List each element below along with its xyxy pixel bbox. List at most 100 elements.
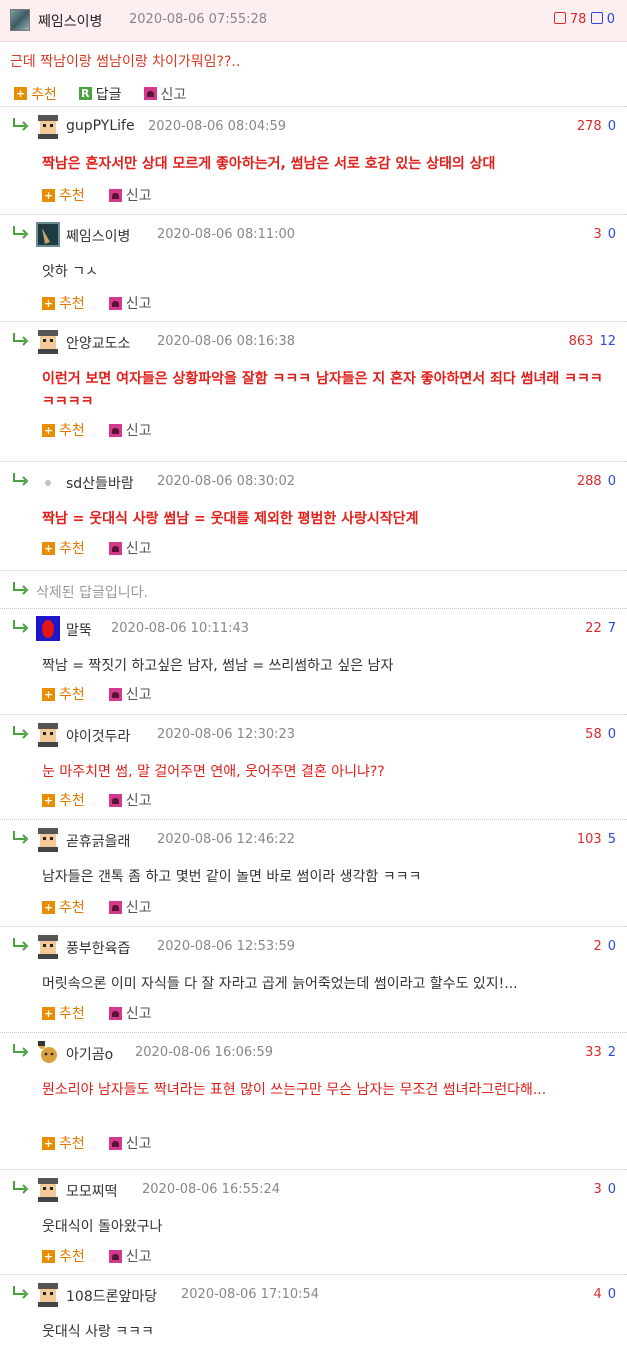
comment-nickname[interactable]: gupPYLife (66, 118, 135, 134)
up-count[interactable]: 278 (577, 119, 602, 134)
comment-nickname[interactable]: 야이것두라 (66, 726, 130, 746)
report-button[interactable]: 신고 (108, 1003, 152, 1023)
post-body: 근데 짝남이랑 썸남이랑 차이가뭐임??.. (0, 42, 627, 78)
comment-text: 남자들은 갠톡 좀 하고 몇번 같이 놀면 바로 썸이라 생각함 ㅋㅋㅋ (42, 869, 422, 885)
up-count[interactable]: 103 (577, 832, 602, 847)
comment-nickname[interactable]: sd산들바람 (66, 473, 134, 493)
plus-icon: + (42, 1249, 55, 1263)
down-count[interactable]: 0 (608, 119, 616, 134)
comment-nickname[interactable]: 안양교도소 (66, 333, 130, 353)
avatar[interactable] (36, 616, 60, 641)
up-count[interactable]: 3 (593, 227, 601, 242)
comment-item: 모모찌떡 2020-08-06 16:55:24 3 0 웃대식이 돌아왔구나 + 추천 신고 (0, 1169, 627, 1274)
up-count[interactable]: 4 (593, 1287, 601, 1302)
siren-icon (108, 541, 122, 555)
down-count[interactable]: 0 (608, 727, 616, 742)
report-button[interactable]: 신고 (108, 185, 152, 205)
up-count: 78 (569, 12, 587, 27)
down-count[interactable]: 5 (608, 832, 616, 847)
post-nickname[interactable]: 쩨임스이병 (38, 11, 102, 31)
reply-arrow-icon (13, 1044, 29, 1057)
avatar[interactable] (10, 9, 30, 31)
reply-button[interactable]: R 답글 (78, 84, 122, 104)
up-count[interactable]: 288 (577, 474, 602, 489)
thumbs-down-icon[interactable] (590, 12, 603, 24)
comment-text: 짝남 = 웃대식 사랑 썸남 = 웃대를 제외한 평범한 사랑시작단계 (42, 511, 419, 527)
avatar[interactable] (36, 222, 60, 247)
comment-votes: 278 0 (577, 119, 616, 134)
report-button[interactable]: 신고 (108, 1133, 152, 1153)
comment-nickname[interactable]: 아기곰o (66, 1044, 113, 1064)
recommend-label: 추천 (59, 1249, 85, 1265)
down-count[interactable]: 7 (608, 621, 616, 636)
reply-arrow-icon (13, 226, 29, 239)
recommend-button[interactable]: + 추천 (42, 293, 85, 313)
report-label: 신고 (125, 900, 152, 916)
post-votes: 78 0 (553, 12, 615, 27)
avatar[interactable] (36, 469, 60, 494)
down-count[interactable]: 0 (608, 227, 616, 242)
recommend-button[interactable]: + 추천 (42, 1003, 85, 1023)
recommend-button[interactable]: + 추천 (42, 790, 85, 810)
comment-nickname[interactable]: 108드론앞마당 (66, 1286, 157, 1306)
comment-votes: 22 7 (585, 621, 616, 636)
comment-nickname[interactable]: 말뚝 (66, 620, 92, 640)
recommend-button[interactable]: + 추천 (42, 185, 85, 205)
comment-nickname[interactable]: 풍부한육즙 (66, 938, 130, 958)
comment-nickname[interactable]: 곧휴긁을래 (66, 831, 130, 851)
report-button[interactable]: 신고 (108, 538, 152, 558)
down-count[interactable]: 2 (608, 1045, 616, 1060)
up-count[interactable]: 58 (585, 727, 602, 742)
avatar[interactable] (36, 934, 60, 959)
recommend-button[interactable]: + 추천 (42, 1246, 85, 1266)
recommend-button[interactable]: + 추천 (42, 684, 85, 704)
comment-item: 아기곰o 2020-08-06 16:06:59 33 2 뭔소리야 남자들도 짝녀라는… (0, 1032, 627, 1169)
up-count[interactable]: 863 (569, 334, 594, 349)
report-button[interactable]: 신고 (108, 684, 152, 704)
report-button[interactable]: 신고 (108, 897, 152, 917)
avatar[interactable] (36, 329, 60, 354)
down-count[interactable]: 0 (608, 474, 616, 489)
reply-arrow-icon (13, 831, 29, 844)
comment-nickname[interactable]: 모모찌떡 (66, 1181, 118, 1201)
down-count[interactable]: 12 (599, 334, 616, 349)
recommend-button[interactable]: + 추천 (14, 84, 57, 104)
recommend-button[interactable]: + 추천 (42, 538, 85, 558)
comment-votes: 33 2 (585, 1045, 616, 1060)
avatar[interactable] (36, 114, 60, 139)
recommend-button[interactable]: + 추천 (42, 1133, 85, 1153)
comment-nickname[interactable]: 쩨임스이병 (66, 226, 130, 246)
comment-votes: 58 0 (585, 727, 616, 742)
avatar[interactable] (36, 1282, 60, 1307)
down-count[interactable]: 0 (608, 939, 616, 954)
siren-icon (108, 1249, 122, 1263)
plus-icon: + (42, 687, 55, 701)
comment-actions: + 추천 신고 (42, 293, 152, 313)
report-button[interactable]: 신고 (108, 790, 152, 810)
avatar[interactable] (36, 1177, 60, 1202)
up-count[interactable]: 33 (585, 1045, 602, 1060)
reply-icon: R (78, 87, 92, 100)
comment-timestamp: 2020-08-06 08:30:02 (157, 474, 296, 489)
comment-actions: + 추천 신고 (42, 897, 152, 917)
up-count[interactable]: 22 (585, 621, 602, 636)
report-button[interactable]: 신고 (108, 1246, 152, 1266)
comment-actions: + 추천 신고 (42, 684, 152, 704)
reply-arrow-icon (13, 620, 29, 633)
recommend-button[interactable]: + 추천 (42, 420, 85, 440)
avatar[interactable] (36, 1040, 60, 1065)
report-button[interactable]: 신고 (108, 420, 152, 440)
report-button[interactable]: 신고 (143, 84, 186, 104)
up-count[interactable]: 2 (593, 939, 601, 954)
comment-votes: 40 (593, 1287, 616, 1302)
down-count[interactable]: 0 (608, 1287, 616, 1302)
comment-timestamp: 2020-08-06 12:46:22 (157, 832, 296, 847)
recommend-button[interactable]: + 추천 (42, 897, 85, 917)
comment-item: 풍부한육즙 2020-08-06 12:53:59 2 0 머릿속으론 이미 자식들 다… (0, 926, 627, 1032)
avatar[interactable] (36, 827, 60, 852)
down-count[interactable]: 0 (608, 1182, 616, 1197)
up-count[interactable]: 3 (593, 1182, 601, 1197)
avatar[interactable] (36, 722, 60, 747)
thumbs-up-icon[interactable] (553, 12, 566, 24)
report-button[interactable]: 신고 (108, 293, 152, 313)
